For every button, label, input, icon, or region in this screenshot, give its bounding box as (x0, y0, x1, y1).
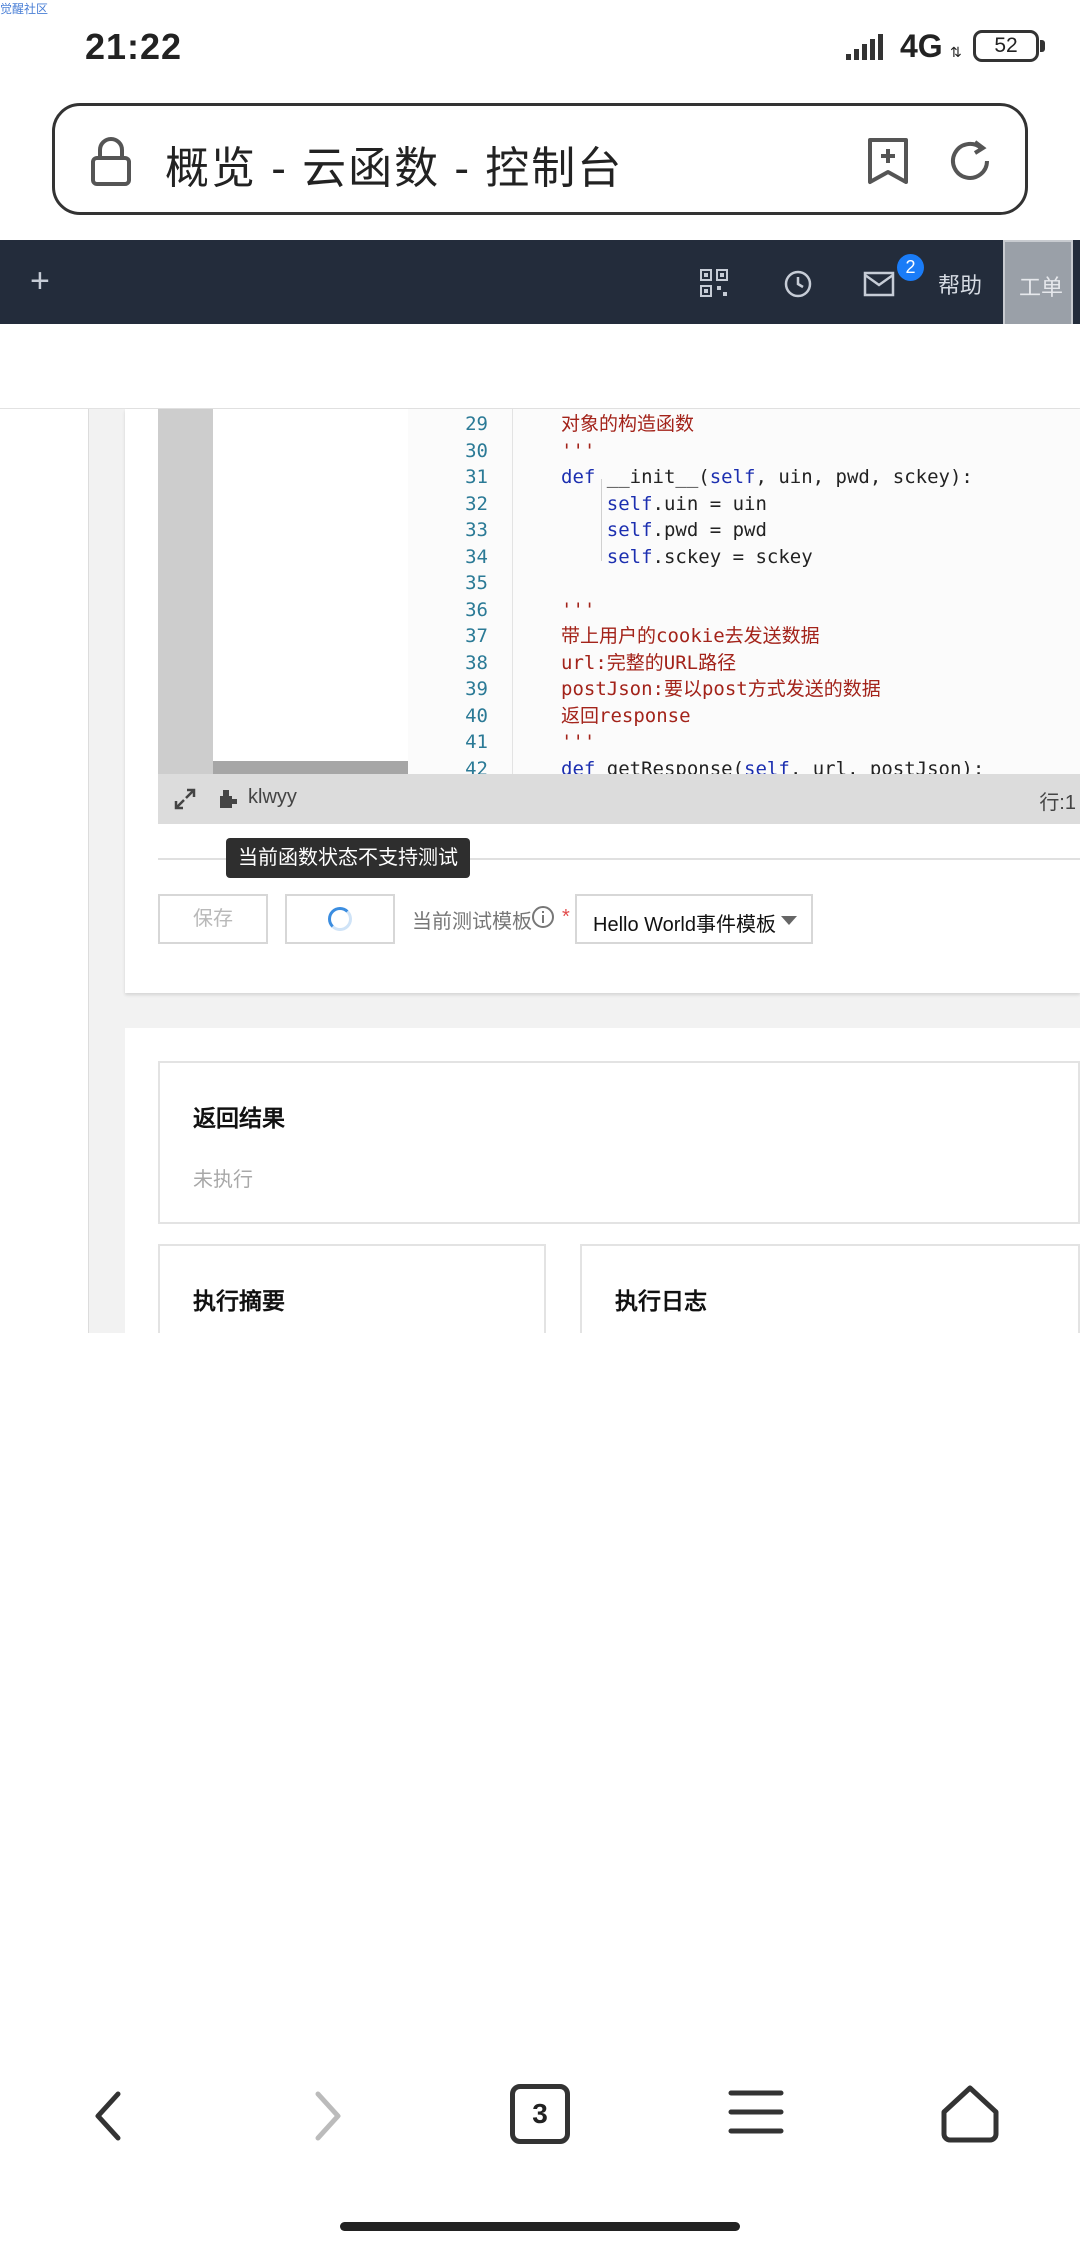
forward-icon[interactable] (308, 2088, 348, 2144)
execution-summary-title: 执行摘要 (193, 1288, 285, 1314)
line-number: 32 (465, 492, 488, 515)
battery-tip (1040, 40, 1045, 52)
code-line: 返回response (561, 704, 691, 727)
console-header: + 2 帮助 工单 (0, 240, 1080, 334)
editor-minimap (158, 409, 213, 774)
add-bookmark-icon[interactable] (865, 136, 911, 186)
return-result-card: 返回结果 未执行 (158, 1061, 1080, 1224)
code-editor[interactable]: 29 30 31 32 33 34 35 36 37 38 39 40 41 4… (158, 409, 1080, 824)
save-button[interactable]: 保存 (158, 894, 268, 944)
code-line: ''' (561, 731, 596, 753)
line-number: 29 (465, 413, 488, 435)
browser-bottom-nav: 3 (0, 2060, 1080, 2170)
signal-icon (846, 34, 883, 60)
execution-summary-card: 执行摘要 (158, 1244, 546, 1333)
network-type: 4G (900, 28, 943, 64)
code-line: ''' (561, 598, 596, 621)
info-icon[interactable] (531, 905, 555, 929)
home-indicator (340, 2222, 740, 2231)
menu-icon[interactable] (728, 2087, 784, 2137)
code-lines: 对象的构造函数 ''' def __init__(self, uin, pwd, s… (561, 411, 1080, 782)
required-marker: * (562, 906, 570, 928)
code-line: def __init__(self, uin, pwd, sckey): (561, 466, 973, 488)
code-line: 对象的构造函数 (561, 413, 695, 435)
ticket-label: 工单 (1019, 275, 1064, 300)
status-time: 21:22 (85, 26, 183, 67)
clock-icon[interactable] (783, 269, 813, 299)
battery-icon: 52 (973, 30, 1039, 62)
execution-log-card: 执行日志 (580, 1244, 1080, 1333)
address-bar[interactable]: 概览 - 云函数 - 控制台 (52, 103, 1028, 215)
repo-name: klwyy (248, 786, 297, 808)
help-link[interactable]: 帮助 (938, 268, 982, 300)
lock-icon (91, 137, 131, 186)
code-line: postJson:要以post方式发送的数据 (561, 678, 881, 700)
line-number: 33 (465, 519, 488, 541)
reload-icon[interactable] (945, 136, 995, 186)
code-line: ''' (561, 439, 596, 462)
editor-statusbar: klwyy 行:1 (158, 774, 1080, 824)
line-number: 34 (465, 545, 488, 568)
repository-icon (220, 790, 237, 808)
cursor-position: 行:1 (1039, 792, 1076, 814)
home-icon[interactable] (938, 2082, 1002, 2146)
line-number: 38 (465, 651, 488, 674)
tabs-button[interactable]: 3 (510, 2084, 570, 2144)
line-number: 39 (465, 678, 488, 700)
status-bar: 21:22 4G ⇅ 52 (0, 0, 1080, 95)
mail-badge: 2 (897, 254, 924, 281)
return-result-status: 未执行 (193, 1169, 253, 1191)
line-number: 41 (465, 731, 488, 753)
selected-template: Hello World事件模板 (593, 914, 776, 936)
code-line: self.sckey = sckey (606, 545, 813, 568)
code-line: url:完整的URL路径 (561, 651, 737, 674)
line-number: 40 (465, 704, 488, 727)
line-number: 36 (465, 598, 488, 621)
code-line: self.uin = uin (606, 492, 767, 515)
test-template-label: 当前测试模板 (412, 911, 532, 933)
chevron-down-icon (781, 916, 797, 925)
return-result-title: 返回结果 (193, 1105, 285, 1131)
code-line: self.pwd = pwd (606, 519, 767, 541)
qr-code-icon[interactable] (700, 269, 728, 297)
line-number: 35 (465, 572, 488, 594)
execution-log-title: 执行日志 (615, 1288, 707, 1314)
subheader (0, 324, 1080, 409)
line-number: 37 (465, 625, 488, 647)
loading-spinner-icon (328, 907, 352, 931)
line-numbers: 29 30 31 32 33 34 35 36 37 38 39 40 41 4… (418, 411, 488, 782)
fullscreen-icon[interactable] (174, 788, 196, 810)
back-icon[interactable] (88, 2088, 128, 2144)
add-icon[interactable]: + (30, 262, 50, 301)
data-activity-icon: ⇅ (950, 44, 962, 60)
test-button[interactable] (285, 894, 395, 944)
test-disabled-tooltip: 当前函数状态不支持测试 (226, 838, 470, 878)
code-line: 带上用户的cookie去发送数据 (561, 625, 820, 647)
ticket-link[interactable]: 工单 (1003, 240, 1073, 334)
test-template-select[interactable]: Hello World事件模板 (575, 894, 813, 944)
mail-icon[interactable] (863, 271, 895, 297)
line-number: 31 (465, 466, 488, 488)
page-title: 概览 - 云函数 - 控制台 (165, 144, 624, 193)
gutter-divider (512, 409, 513, 774)
line-number: 30 (465, 439, 488, 462)
